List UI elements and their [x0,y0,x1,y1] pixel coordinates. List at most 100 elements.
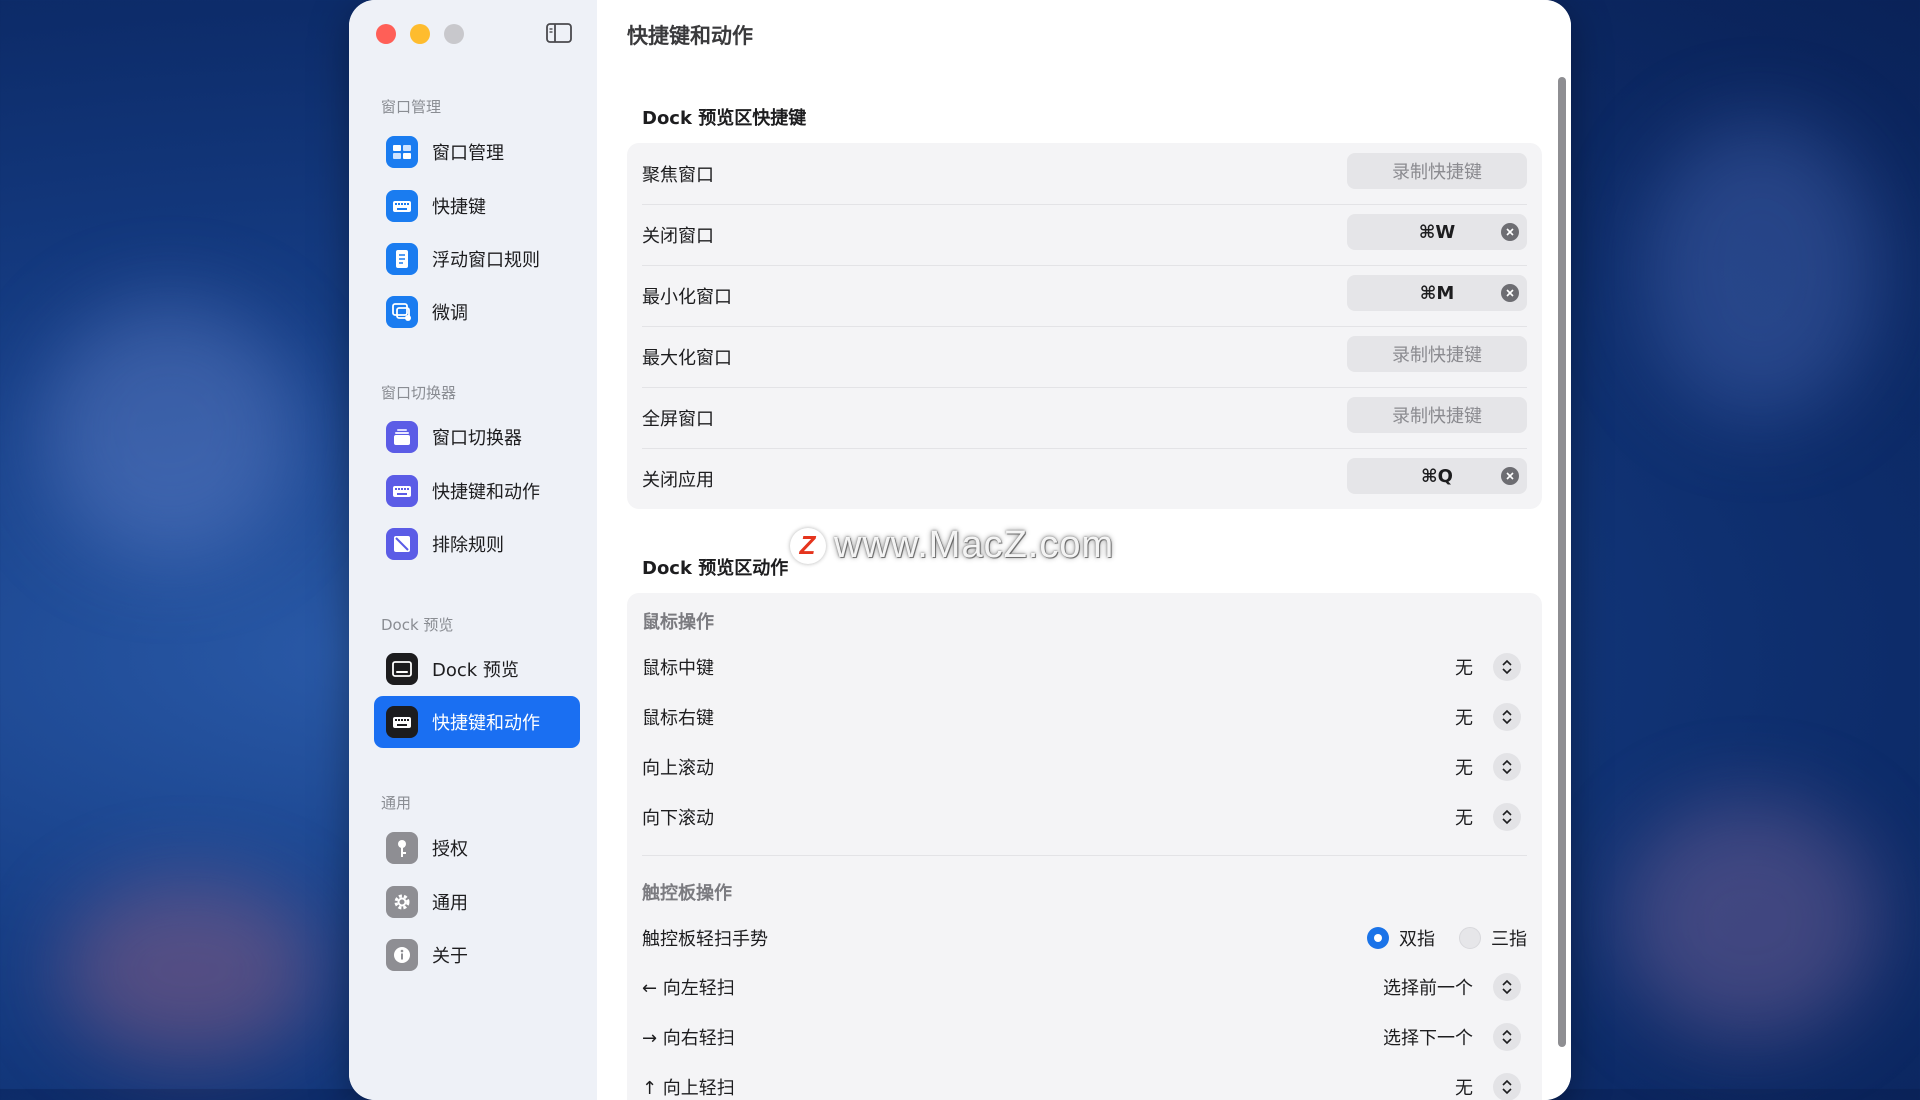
radio-three-finger[interactable] [1459,927,1481,949]
sidebar-item-floating-rules[interactable]: 浮动窗口规则 [374,233,580,285]
shortcut-label: 最大化窗口 [642,347,732,369]
action-value[interactable]: 无 [1455,654,1473,680]
clear-shortcut-icon[interactable] [1501,467,1519,485]
shortcut-value: ⌘M [1419,282,1455,304]
watermark-text: www.MacZ.com [834,524,1115,566]
sidebar-item-license[interactable]: 授权 [374,822,580,874]
keyboard-icon [386,190,418,222]
sidebar-item-about[interactable]: 关于 [374,929,580,981]
shortcut-label: 聚焦窗口 [642,164,714,186]
shortcut-value: ⌘Q [1420,465,1453,487]
trackpad-action-row: → 向右轻扫 选择下一个 [642,1017,1527,1057]
key-icon [386,832,418,864]
shortcut-row: 关闭应用 ⌘Q [642,448,1527,509]
sidebar-item-shortcuts[interactable]: 快捷键 [374,180,580,232]
action-value[interactable]: 无 [1455,1074,1473,1100]
sidebar-item-exclude-rules[interactable]: 排除规则 [374,518,580,570]
action-value[interactable]: 无 [1455,804,1473,830]
divider [642,855,1527,856]
mouse-action-row: 向下滚动 无 [642,797,1527,837]
gear-icon [386,886,418,918]
sidebar-item-switcher-shortcuts[interactable]: 快捷键和动作 [374,465,580,517]
radio-label: 双指 [1399,929,1435,950]
sidebar-item-label: 授权 [432,839,468,860]
sidebar-section-title: 窗口管理 [381,98,442,116]
keyboard-icon [386,475,418,507]
shortcut-row: 聚焦窗口 录制快捷键 [642,143,1527,204]
shortcut-label: 关闭窗口 [642,225,714,247]
shortcut-label: 全屏窗口 [642,408,714,430]
sidebar-item-label: 快捷键和动作 [432,713,540,734]
record-shortcut-button[interactable]: 录制快捷键 [1347,336,1527,372]
record-shortcut-button[interactable]: 录制快捷键 [1347,153,1527,189]
chevron-up-down-icon[interactable] [1493,753,1521,781]
shortcut-row: 关闭窗口 ⌘W [642,204,1527,265]
mouse-action-row: 鼠标中键 无 [642,647,1527,687]
trackpad-action-row: ← 向左轻扫 选择前一个 [642,967,1527,1007]
action-label: 向上滚动 [642,758,714,779]
gesture-label: 触控板轻扫手势 [642,929,768,950]
clear-shortcut-icon[interactable] [1501,284,1519,302]
shortcut-value: ⌘W [1418,221,1456,243]
shortcuts-card: 聚焦窗口 录制快捷键 关闭窗口 ⌘W 最小化窗口 ⌘M 最大化窗口 录制快捷键 … [627,143,1542,509]
close-window-button[interactable] [376,24,396,44]
mouse-section-title: 鼠标操作 [642,612,714,633]
sidebar-item-window-switcher[interactable]: 窗口切换器 [374,411,580,463]
sidebar-section-title: Dock 预览 [381,616,454,634]
sidebar-item-window-management[interactable]: 窗口管理 [374,126,580,178]
chevron-up-down-icon[interactable] [1493,803,1521,831]
info-icon [386,939,418,971]
action-label: 向下滚动 [642,808,714,829]
vertical-scrollbar[interactable] [1558,77,1566,1047]
sidebar-item-label: 关于 [432,946,468,967]
action-value[interactable]: 选择下一个 [1383,1024,1473,1050]
sidebar-toggle-icon[interactable] [546,23,572,43]
chevron-up-down-icon[interactable] [1493,1073,1521,1100]
keyboard-icon [386,706,418,738]
radio-label: 三指 [1491,929,1527,950]
gesture-row: 触控板轻扫手势 双指 三指 [642,918,1527,958]
action-value[interactable]: 选择前一个 [1383,974,1473,1000]
window-gear-icon [386,296,418,328]
chevron-up-down-icon[interactable] [1493,973,1521,1001]
sidebar-section-title: 窗口切换器 [381,384,457,402]
shortcut-label: 最小化窗口 [642,286,732,308]
exclude-icon [386,528,418,560]
sidebar-item-dock-shortcuts-actions[interactable]: 快捷键和动作 [374,696,580,748]
record-shortcut-button[interactable]: 录制快捷键 [1347,397,1527,433]
chevron-up-down-icon[interactable] [1493,703,1521,731]
minimize-window-button[interactable] [410,24,430,44]
action-label: 鼠标中键 [642,658,714,679]
sidebar-item-fine-tune[interactable]: 微调 [374,286,580,338]
shortcuts-group-title: Dock 预览区快捷键 [642,108,807,129]
chevron-up-down-icon[interactable] [1493,1023,1521,1051]
shortcut-field[interactable]: ⌘Q [1347,458,1527,494]
clear-shortcut-icon[interactable] [1501,223,1519,241]
window-grid-icon [386,136,418,168]
shortcut-field[interactable]: ⌘W [1347,214,1527,250]
mouse-action-row: 向上滚动 无 [642,747,1527,787]
mouse-action-row: 鼠标右键 无 [642,697,1527,737]
radio-two-finger[interactable] [1367,927,1389,949]
zoom-window-button[interactable] [444,24,464,44]
page-title: 快捷键和动作 [627,24,753,48]
document-icon [386,243,418,275]
chevron-up-down-icon[interactable] [1493,653,1521,681]
sidebar-item-dock-preview[interactable]: Dock 预览 [374,643,580,695]
wallpaper-glow [60,880,320,1060]
stack-icon [386,421,418,453]
sidebar-item-label: Dock 预览 [432,660,519,681]
trackpad-section-title: 触控板操作 [642,883,732,904]
watermark-badge: Z [790,527,826,564]
sidebar: 窗口管理 窗口管理 快捷键 浮动窗口规则 微调 窗口切换器 窗口切换器 快捷键和… [349,0,598,1100]
action-value[interactable]: 无 [1455,704,1473,730]
shortcut-field[interactable]: ⌘M [1347,275,1527,311]
action-label: ↑ 向上轻扫 [642,1078,735,1099]
action-label: 鼠标右键 [642,708,714,729]
action-label: ← 向左轻扫 [642,978,735,999]
sidebar-item-label: 窗口管理 [432,143,504,164]
wallpaper-glow [40,300,300,560]
sidebar-item-general[interactable]: 通用 [374,876,580,928]
watermark: Z www.MacZ.com [790,524,1114,567]
action-value[interactable]: 无 [1455,754,1473,780]
